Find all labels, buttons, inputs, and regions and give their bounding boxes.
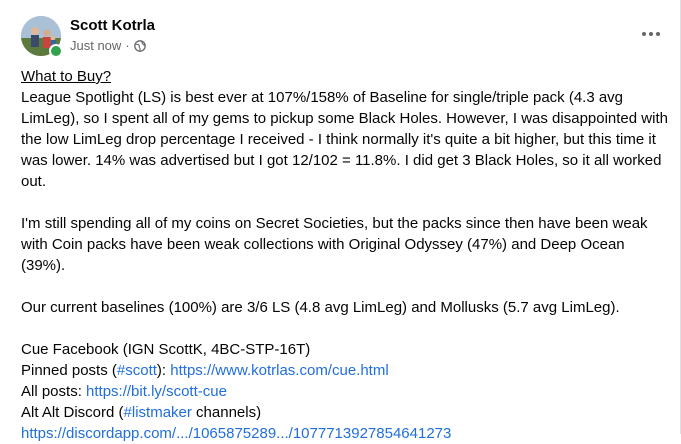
more-options-button[interactable] (636, 18, 666, 48)
footer-allposts-line: All posts: https://bit.ly/scott-cue (21, 381, 671, 402)
hashtag-listmaker-link[interactable]: #listmaker (124, 404, 192, 421)
pinned-posts-link[interactable]: https://www.kotrlas.com/cue.html (170, 362, 388, 379)
discord-suffix: channels) (191, 404, 262, 421)
all-posts-link[interactable]: https://bit.ly/scott-cue (86, 383, 227, 400)
post-card: Scott Kotrla Just now · What to Buy? Lea… (0, 0, 681, 442)
footer-ign-line: Cue Facebook (IGN ScottK, 4BC-STP-16T) (21, 341, 311, 358)
post-paragraph-3: Our current baselines (100%) are 3/6 LS … (21, 299, 620, 316)
post-paragraph-1: League Spotlight (LS) is best ever at 10… (21, 89, 668, 190)
post-heading: What to Buy? (21, 68, 112, 85)
post-meta: Just now · (70, 38, 146, 54)
post-body: What to Buy? League Spotlight (LS) is be… (21, 66, 671, 444)
discord-prefix: Alt Alt Discord ( (21, 404, 124, 421)
pinned-prefix: Pinned posts ( (21, 362, 117, 379)
more-options-icon (641, 24, 661, 42)
author-name[interactable]: Scott Kotrla (70, 16, 155, 35)
allposts-prefix: All posts: (21, 383, 87, 400)
post-paragraph-2: I'm still spending all of my coins on Se… (21, 215, 648, 274)
post-timestamp[interactable]: Just now (70, 38, 121, 54)
online-status-indicator (49, 44, 63, 58)
footer-pinned-line: Pinned posts (#scott): https://www.kotrl… (21, 360, 671, 381)
meta-separator: · (125, 38, 130, 53)
globe-icon[interactable] (133, 40, 146, 52)
hashtag-scott-link[interactable]: #scott (117, 362, 157, 379)
pinned-mid: ): (156, 362, 171, 379)
footer-discord-line: Alt Alt Discord (#listmaker channels) (21, 402, 671, 423)
